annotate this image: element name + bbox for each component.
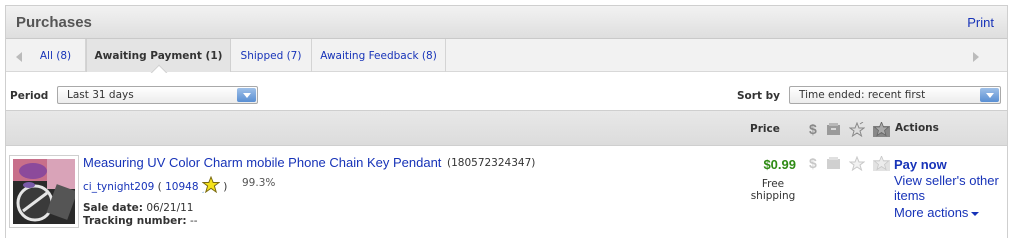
status-tabs: All (8) Awaiting Payment (1) Shipped (7)… [6,39,1007,82]
tracking-number: Tracking number: -- [83,215,198,227]
item-title-link[interactable]: Measuring UV Color Charm mobile Phone Ch… [83,155,441,170]
tab-awaiting-payment[interactable]: Awaiting Payment (1) [86,39,231,82]
tab-awaiting-feedback[interactable]: Awaiting Feedback (8) [312,39,446,72]
tracking-number-value: -- [189,215,198,227]
tab-awaiting-feedback-label: Awaiting Feedback (8) [320,50,437,62]
positive-feedback-percent: 99.3% [242,177,276,189]
purchase-row: Measuring UV Color Charm mobile Phone Ch… [6,147,1007,239]
seller-link[interactable]: ci_tynight209 [83,181,154,193]
sort-select-value: Time ended: recent first [799,89,926,101]
item-price: $0.99 [763,157,796,172]
seller-info: ci_tynight209 ( 10948 ) [83,175,228,196]
page-title: Purchases [16,14,92,31]
price-column-header: Price [750,123,780,135]
more-actions-label: More actions [894,205,969,220]
feedback-star-icon [873,120,890,139]
tab-all[interactable]: All (8) [26,39,86,72]
tabs-scroll-left-icon[interactable] [16,52,22,62]
tracking-number-label: Tracking number: [83,215,187,227]
sale-date: Sale date: 06/21/11 [83,202,193,214]
shipping-cost: Free shipping [750,178,796,202]
feedback-paren-close: ) [223,181,228,193]
column-header-row: Price $ Actions [6,110,1007,146]
dollar-icon: $ [809,155,817,171]
feedback-star-icon [873,154,890,173]
star-outline-icon [848,155,866,173]
sale-date-label: Sale date: [83,202,143,214]
view-seller-items-link[interactable]: View seller's other items [894,173,1004,203]
period-select-value: Last 31 days [67,89,134,101]
tab-awaiting-payment-label: Awaiting Payment (1) [94,50,223,62]
tab-shipped[interactable]: Shipped (7) [231,39,312,72]
chevron-down-icon [237,88,256,102]
sort-select[interactable]: Time ended: recent first [789,86,1001,104]
seller-star-icon [201,175,221,196]
purchases-panel: Purchases Print All (8) Awaiting Payment… [5,5,1008,239]
pay-now-link[interactable]: Pay now [894,157,947,172]
feedback-score-link[interactable]: 10948 [165,181,198,193]
item-number: (180572324347) [447,157,536,169]
tab-all-label: All (8) [39,50,72,62]
filter-bar: Period Last 31 days Sort by Time ended: … [6,73,1007,110]
star-outline-icon [848,121,866,139]
tabs-scroll-right-icon[interactable] [973,52,979,62]
tab-shipped-label: Shipped (7) [240,50,302,62]
sort-label: Sort by [737,90,780,102]
chevron-down-icon [980,88,999,102]
chevron-down-icon [971,212,980,216]
actions-column-header: Actions [895,122,939,134]
sale-date-value: 06/21/11 [146,202,194,214]
more-actions-menu[interactable]: More actions [894,205,980,220]
dollar-icon: $ [809,121,817,137]
print-link[interactable]: Print [967,15,994,30]
purchases-header: Purchases Print [6,6,1007,39]
feedback-paren-open: ( [157,181,162,193]
period-label: Period [10,90,49,102]
period-select[interactable]: Last 31 days [57,86,258,104]
box-icon [826,122,841,138]
box-icon [826,156,841,172]
item-thumbnail[interactable] [9,155,79,228]
